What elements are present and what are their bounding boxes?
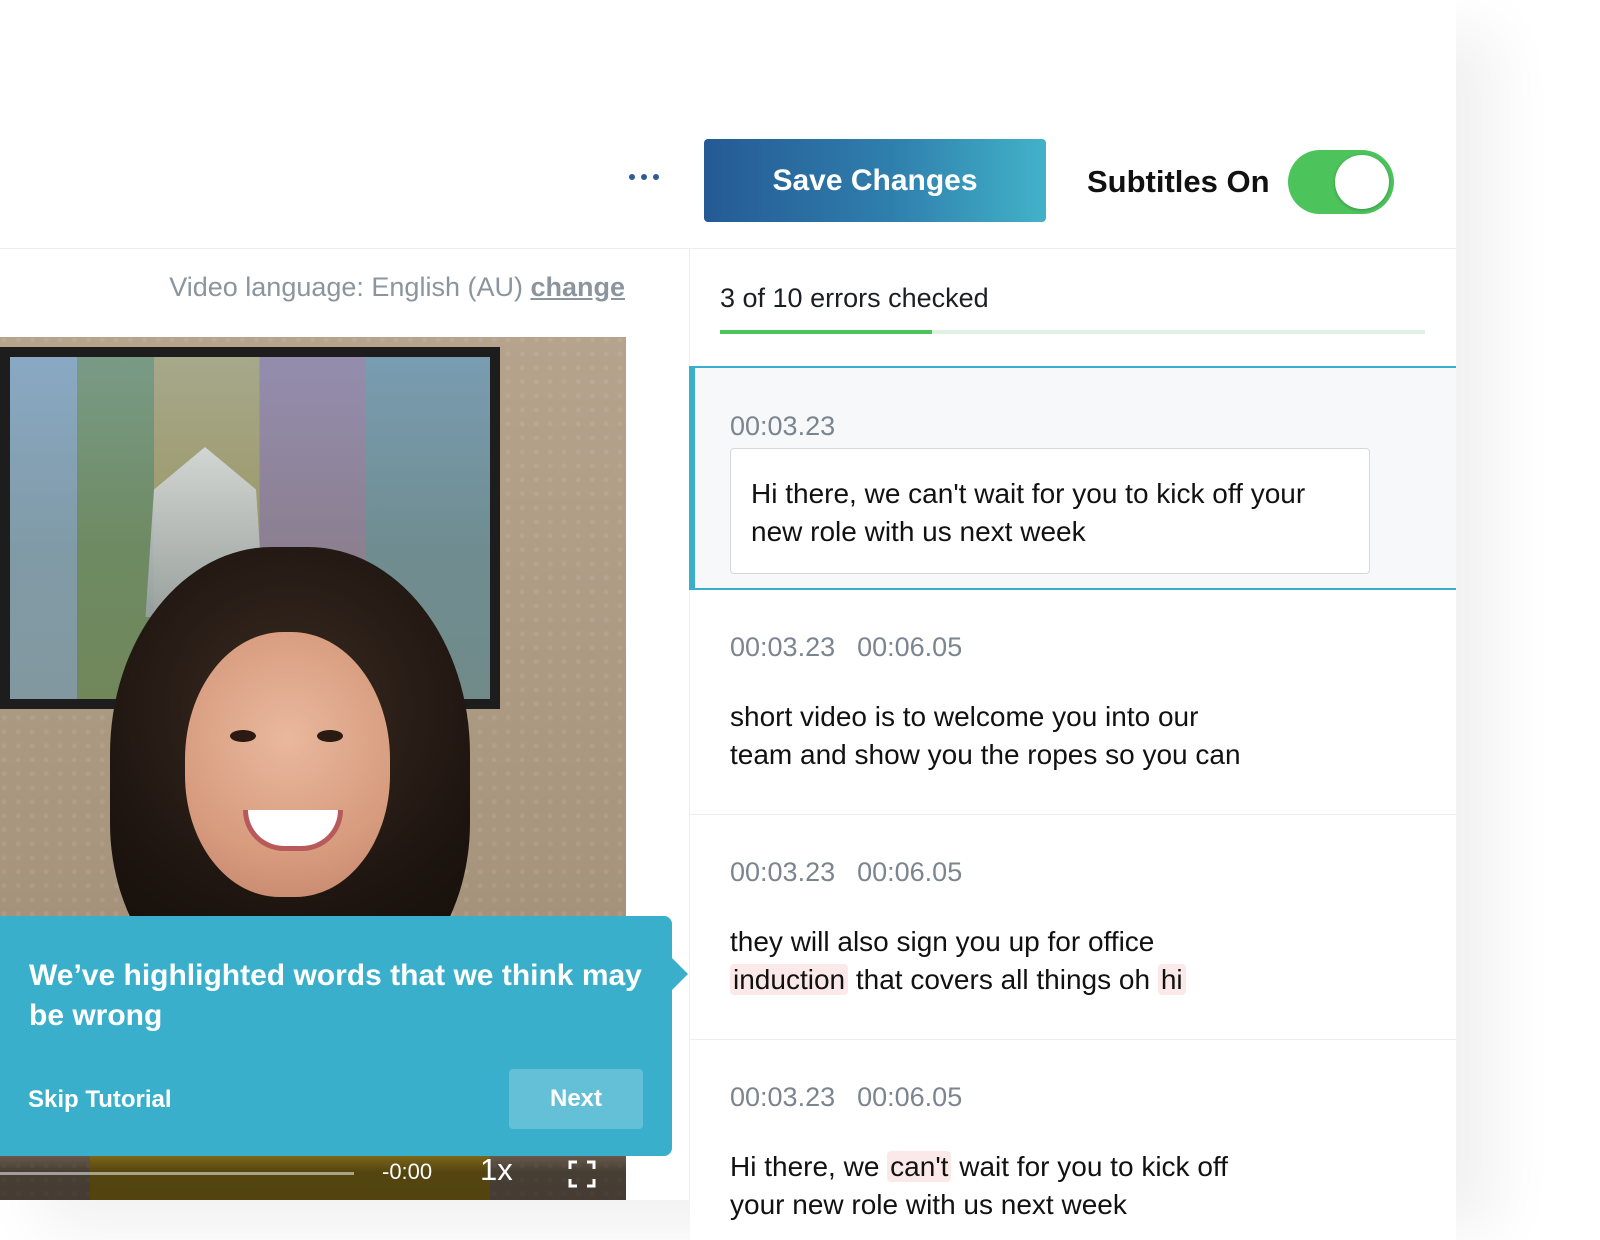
caption-end-time: 00:06.05 <box>857 632 963 662</box>
video-language: Video language: English (AU) change <box>169 272 625 303</box>
caption-start-time: 00:03.23 <box>730 632 836 662</box>
caption-text[interactable]: Hi there, we can't wait for you to kick … <box>730 1148 1370 1224</box>
playback-speed-button[interactable]: 1x <box>480 1152 513 1188</box>
video-language-label: Video language: English (AU) <box>169 272 523 302</box>
tooltip-text: We’ve highlighted words that we think ma… <box>29 959 642 1032</box>
caption-end-time: 00:06.05 <box>857 857 963 887</box>
ellipsis-icon <box>629 174 635 180</box>
flagged-word[interactable]: can't <box>887 1151 952 1182</box>
progress-bar-fill <box>720 330 932 334</box>
video-time: -0:00 <box>382 1159 433 1184</box>
more-options-button[interactable] <box>624 170 664 184</box>
caption-start-time: 00:03.23 <box>730 1082 836 1112</box>
caption-start-time: 00:03.23 <box>730 857 836 887</box>
header-divider <box>0 248 1456 249</box>
progress-bar <box>720 330 1425 334</box>
tutorial-tooltip: We’ve highlighted words that we think ma… <box>0 916 688 1156</box>
next-button[interactable]: Next <box>509 1069 643 1129</box>
caption-end-time: 00:06.05 <box>857 1082 963 1112</box>
video-scrubber[interactable] <box>0 1172 354 1175</box>
subtitles-label: Subtitles On <box>1087 164 1270 199</box>
skip-tutorial-link[interactable]: Skip Tutorial <box>28 1086 172 1114</box>
caption-text[interactable]: short video is to welcome you into our t… <box>730 698 1330 774</box>
save-changes-button[interactable]: Save Changes <box>704 139 1046 222</box>
caption-text-input[interactable]: Hi there, we can't wait for you to kick … <box>730 448 1370 574</box>
fullscreen-icon[interactable] <box>568 1160 596 1188</box>
toggle-knob <box>1335 155 1389 209</box>
caption-text[interactable]: they will also sign you up for office in… <box>730 923 1330 999</box>
subtitles-toggle[interactable] <box>1288 150 1394 214</box>
progress-text: 3 of 10 errors checked <box>720 283 989 313</box>
caption-item[interactable]: 00:03.23 Hi there, we can't wait for you… <box>689 366 1456 590</box>
flagged-word[interactable]: hi <box>1157 964 1186 995</box>
caption-item[interactable]: 00:03.23 00:06.05 Hi there, we can't wai… <box>690 1040 1456 1240</box>
caption-start-time: 00:03.23 <box>730 411 836 441</box>
flagged-word[interactable]: induction <box>730 964 849 995</box>
caption-item[interactable]: 00:03.23 00:06.05 they will also sign yo… <box>690 815 1456 1040</box>
caption-item[interactable]: 00:03.23 00:06.05 short video is to welc… <box>690 590 1456 815</box>
change-language-link[interactable]: change <box>530 272 625 302</box>
